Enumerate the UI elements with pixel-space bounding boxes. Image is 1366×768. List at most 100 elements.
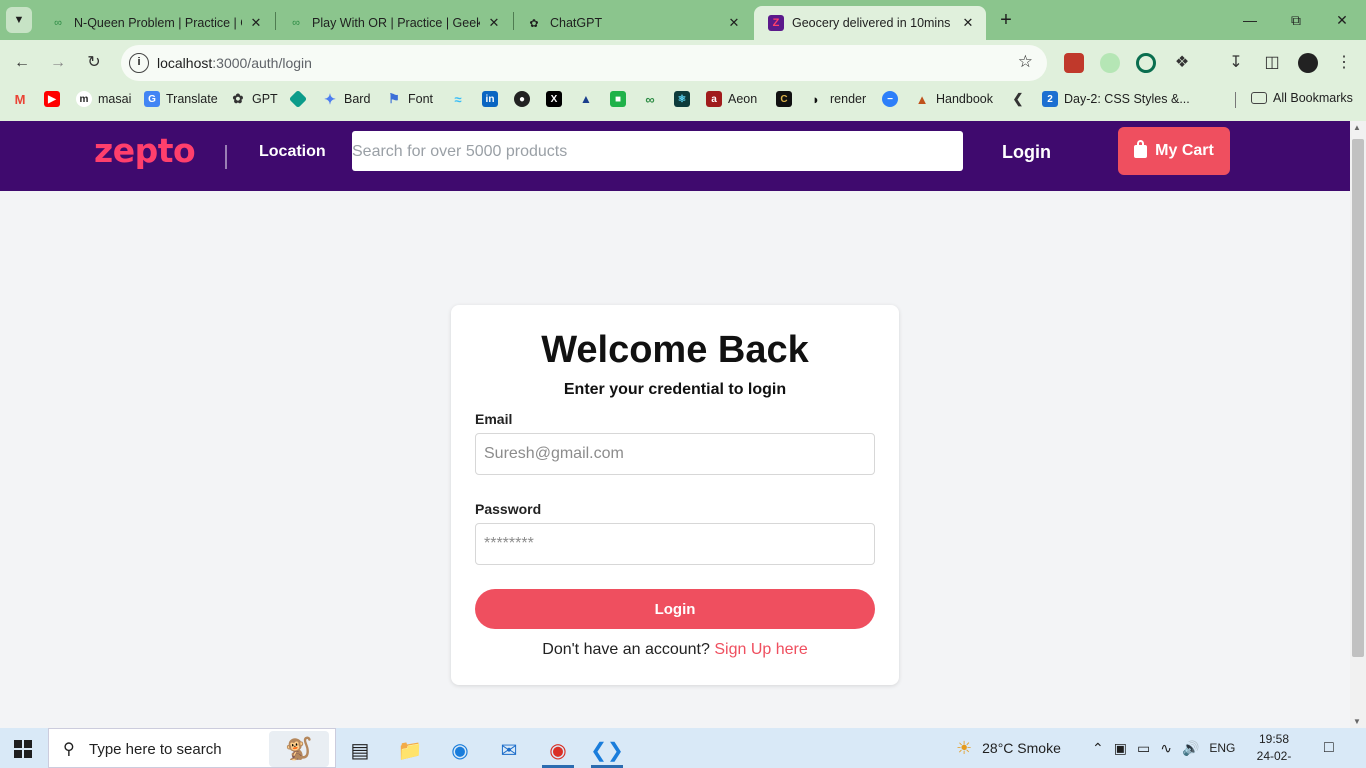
signup-prompt-text: Don't have an account?: [542, 641, 710, 658]
side-panel-icon[interactable]: ◫: [1260, 51, 1284, 75]
bookmark-linkedin[interactable]: in: [482, 91, 504, 107]
bookmark-gpt[interactable]: ✿ GPT: [230, 91, 278, 107]
mail-icon[interactable]: ✉: [489, 732, 529, 768]
gmail-icon: M: [14, 91, 26, 107]
profile-avatar[interactable]: [1298, 53, 1318, 73]
bookmark-font[interactable]: ⚑ Font: [386, 91, 433, 107]
minimize-button[interactable]: —: [1230, 8, 1270, 32]
my-cart-button[interactable]: My Cart: [1118, 127, 1230, 175]
chrome-icon[interactable]: ◉: [538, 732, 578, 768]
bookmark-diamond[interactable]: [288, 89, 312, 109]
language-indicator[interactable]: ENG: [1209, 741, 1235, 755]
email-field[interactable]: [475, 433, 875, 475]
vscode-icon[interactable]: ❮❯: [587, 732, 627, 768]
extension-red-icon[interactable]: [1064, 53, 1084, 73]
bookmark-x[interactable]: X: [546, 91, 568, 107]
bookmark-masai[interactable]: m masai: [76, 91, 131, 107]
close-icon[interactable]: ✕: [726, 15, 742, 31]
clock-time: 19:58: [1258, 732, 1290, 746]
login-button[interactable]: Login: [475, 589, 875, 629]
bookmark-react[interactable]: ⚛: [674, 91, 696, 107]
signup-prompt: Don't have an account? Sign Up here: [451, 641, 899, 659]
bookmark-code[interactable]: ❮: [1010, 91, 1032, 107]
page-title: Welcome Back: [541, 329, 809, 371]
meet-icon[interactable]: ▣: [1114, 740, 1127, 757]
scroll-up-icon[interactable]: ▲: [1353, 123, 1361, 132]
bookmark-aeon[interactable]: a Aeon: [706, 91, 757, 107]
bookmark-bard[interactable]: ✦ Bard: [322, 91, 370, 107]
extensions-puzzle-icon[interactable]: ❖: [1170, 51, 1194, 75]
youtube-icon: ▶: [44, 91, 60, 107]
tab-nqueen[interactable]: ∞ N-Queen Problem | Practice | G ✕: [36, 6, 274, 40]
tab-title: Geocery delivered in 10mins | Z: [792, 16, 954, 30]
tab-play-with-or[interactable]: ∞ Play With OR | Practice | Geeksf ✕: [274, 6, 512, 40]
nav-login-link[interactable]: Login: [1002, 142, 1051, 163]
folder-icon: [1251, 92, 1267, 104]
weather-widget[interactable]: ☀ 28°C Smoke: [956, 728, 1061, 768]
clock[interactable]: 19:58 24-02-2024: [1246, 731, 1302, 768]
download-icon[interactable]: ↧: [1224, 51, 1248, 75]
bookmark-handbook[interactable]: ▲ Handbook: [914, 91, 993, 107]
grammarly-icon[interactable]: [1136, 53, 1156, 73]
render-icon: ◗: [812, 91, 820, 107]
windows-start-icon[interactable]: [14, 740, 32, 758]
tab-title: Play With OR | Practice | Geeksf: [312, 16, 480, 30]
bookmark-github[interactable]: ●: [514, 91, 536, 107]
bookmark-translate[interactable]: G Translate: [144, 91, 218, 107]
site-info-icon[interactable]: i: [129, 53, 149, 73]
search-icon: ⚲: [63, 741, 75, 758]
battery-icon[interactable]: ▭: [1137, 740, 1150, 757]
close-icon[interactable]: ✕: [486, 15, 502, 31]
location-button[interactable]: Location: [259, 143, 326, 161]
cloud-icon: ▲: [580, 92, 592, 106]
tab-zepto[interactable]: Z Geocery delivered in 10mins | Z ✕: [754, 6, 986, 40]
file-explorer-icon[interactable]: 📁: [390, 732, 430, 768]
tab-chatgpt[interactable]: ✿ ChatGPT ✕: [512, 6, 752, 40]
tab-search-button[interactable]: ▼: [6, 7, 32, 33]
bookmark-tailwind[interactable]: ≈: [450, 91, 472, 107]
bookmark-gfg[interactable]: ∞: [642, 91, 664, 107]
bookmark-youtube[interactable]: ▶: [44, 91, 66, 107]
signup-link[interactable]: Sign Up here: [714, 641, 807, 658]
url-text[interactable]: localhost:3000/auth/login: [157, 55, 312, 71]
all-bookmarks-folder[interactable]: All Bookmarks: [1251, 91, 1353, 105]
blue-circle-icon: −: [882, 91, 898, 107]
back-icon[interactable]: ←: [10, 51, 34, 75]
bookmark-green[interactable]: ■: [610, 91, 632, 107]
bookmark-star-icon[interactable]: ☆: [1018, 52, 1033, 72]
bookmark-label: Aeon: [728, 92, 758, 106]
volume-icon[interactable]: 🔊: [1182, 740, 1199, 757]
scroll-thumb[interactable]: [1352, 139, 1364, 657]
close-icon[interactable]: ✕: [248, 15, 264, 31]
close-window-button[interactable]: ✕: [1322, 8, 1362, 32]
chevron-up-icon[interactable]: ⌃: [1092, 740, 1104, 757]
bookmark-day2[interactable]: 2 Day-2: CSS Styles &...: [1042, 91, 1190, 107]
restore-button[interactable]: ⧉: [1276, 8, 1316, 32]
taskbar-search[interactable]: ⚲ Type here to search 🐒: [48, 728, 336, 768]
page-viewport: zepto Location Search for over 5000 prod…: [0, 114, 1366, 728]
bookmark-blue[interactable]: −: [882, 91, 904, 107]
wifi-icon[interactable]: ∿: [1160, 740, 1172, 757]
aeon-icon: a: [706, 91, 722, 107]
kebab-menu-icon[interactable]: ⋮: [1332, 51, 1356, 75]
bookmark-gmail[interactable]: M: [12, 91, 34, 107]
address-bar[interactable]: i localhost:3000/auth/login ☆: [121, 45, 1047, 81]
extension-circle-icon[interactable]: [1100, 53, 1120, 73]
scroll-down-icon[interactable]: ▼: [1353, 717, 1361, 726]
password-field[interactable]: [475, 523, 875, 565]
task-view-icon[interactable]: ▤: [340, 732, 380, 768]
notification-icon[interactable]: □: [1324, 728, 1334, 768]
new-tab-button[interactable]: +: [994, 10, 1018, 30]
github-icon: ●: [514, 91, 530, 107]
close-icon[interactable]: ✕: [960, 15, 976, 31]
zepto-logo[interactable]: zepto: [94, 131, 196, 170]
bookmark-c[interactable]: C: [776, 91, 798, 107]
site-navbar: zepto Location Search for over 5000 prod…: [0, 121, 1350, 191]
bookmark-render[interactable]: ◗ render: [808, 91, 866, 107]
page-scrollbar[interactable]: ▲ ▼: [1350, 121, 1366, 728]
url-host: localhost: [157, 55, 213, 71]
forward-icon[interactable]: →: [46, 51, 70, 75]
edge-icon[interactable]: ◉: [440, 732, 480, 768]
reload-icon[interactable]: ↻: [82, 51, 106, 75]
bookmark-app[interactable]: ▲: [578, 91, 600, 107]
